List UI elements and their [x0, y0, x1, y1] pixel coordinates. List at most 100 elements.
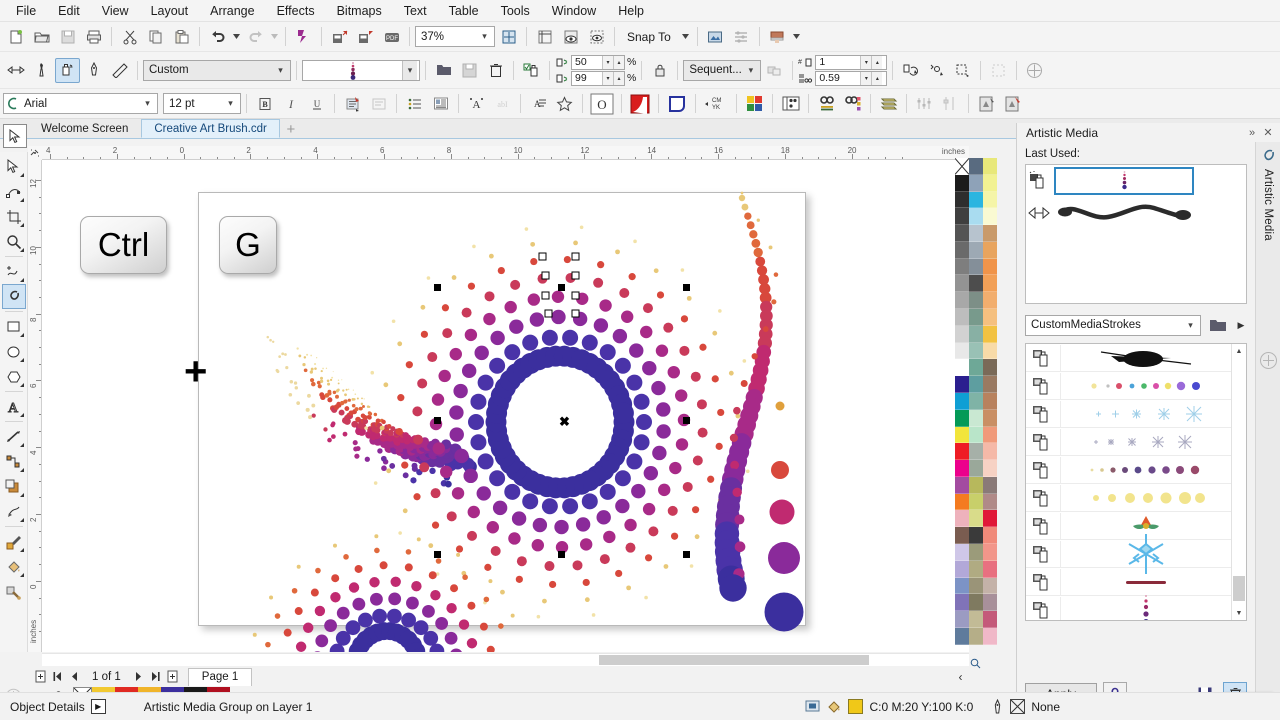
docker-rail-label[interactable]: Artistic Media	[1262, 169, 1274, 241]
launcher-dropdown-icon[interactable]	[791, 24, 803, 49]
snap-to-dropdown-icon[interactable]	[679, 24, 692, 49]
export-icon[interactable]	[327, 24, 352, 49]
application-launcher-icon[interactable]	[765, 24, 790, 49]
fill-icon[interactable]	[826, 699, 842, 714]
palette-swatch[interactable]	[955, 510, 969, 528]
zoom-to-page-icon[interactable]	[969, 657, 981, 669]
stroke-list-item[interactable]	[1026, 428, 1231, 456]
menu-edit[interactable]: Edit	[47, 1, 91, 21]
font-family-combo[interactable]: Arial ▾	[3, 93, 158, 114]
palette-swatch[interactable]	[955, 292, 969, 310]
palette-no-color-swatch[interactable]	[955, 158, 969, 175]
palette-swatch[interactable]	[969, 342, 983, 360]
dabs-dropdown-icon[interactable]: ▾	[602, 55, 613, 69]
palette-swatch[interactable]	[969, 460, 983, 477]
offset-spinner[interactable]: 0.59 ▾ ▴	[815, 70, 888, 86]
selection-handle-bl[interactable]	[434, 551, 441, 558]
spacing-up-icon[interactable]: ▴	[613, 71, 624, 85]
copy-icon[interactable]	[143, 24, 168, 49]
chevron-down-icon[interactable]: ▾	[140, 94, 155, 113]
menu-window[interactable]: Window	[541, 1, 607, 21]
palette-swatch[interactable]	[955, 309, 969, 326]
chevron-down-icon[interactable]: ▾	[223, 94, 238, 113]
tool-transparency[interactable]	[2, 499, 26, 524]
menu-file[interactable]: File	[5, 1, 47, 21]
palette-swatch[interactable]	[983, 543, 997, 561]
text-statistics-icon[interactable]: A	[526, 91, 551, 116]
cmyk-icon[interactable]: CM YK	[701, 91, 731, 116]
palette-swatch[interactable]	[969, 275, 983, 293]
palette-swatch[interactable]	[955, 174, 969, 192]
stroke-list-item[interactable]	[1026, 568, 1231, 596]
text-properties-icon[interactable]	[340, 91, 365, 116]
flyout-arrow-icon[interactable]	[19, 548, 24, 552]
menu-text[interactable]: Text	[393, 1, 438, 21]
palette-swatch[interactable]	[955, 627, 969, 645]
palette-swatch[interactable]	[969, 510, 983, 528]
palette-swatch[interactable]	[983, 359, 997, 377]
tab-welcome-screen[interactable]: Welcome Screen	[28, 119, 141, 138]
palette-swatch[interactable]	[983, 627, 997, 645]
cut-icon[interactable]	[117, 24, 142, 49]
library-more-icon[interactable]: ▶	[1235, 313, 1247, 337]
palette-swatch[interactable]	[955, 460, 969, 477]
selection-handle-mr[interactable]	[683, 417, 690, 424]
menu-layout[interactable]: Layout	[140, 1, 200, 21]
stroke-list-item[interactable]	[1026, 594, 1231, 620]
reset-values-icon[interactable]	[950, 58, 975, 83]
menu-help[interactable]: Help	[607, 1, 655, 21]
insert-symbol-icon[interactable]	[552, 91, 577, 116]
palette-swatch[interactable]	[983, 476, 997, 494]
stroke-scroll-up-icon[interactable]: ▲	[1232, 344, 1246, 358]
palette-swatch[interactable]	[955, 359, 969, 377]
lock-ratio-icon[interactable]	[647, 58, 672, 83]
dabs-spinner[interactable]: 50 ▾ ▴	[571, 54, 625, 70]
publish-pdf-icon[interactable]: PDF	[379, 24, 404, 49]
stroke-list-item[interactable]	[1026, 344, 1231, 372]
palette-swatch[interactable]	[969, 208, 983, 226]
stroke-list-item[interactable]	[1026, 484, 1231, 512]
rotation-icon[interactable]	[898, 58, 923, 83]
preset-list-combo[interactable]: Custom ▾	[143, 59, 291, 81]
flyout-arrow-icon[interactable]	[19, 413, 24, 417]
wizard-icon[interactable]	[974, 91, 999, 116]
browse-folder-icon[interactable]	[1206, 313, 1230, 337]
palette-swatch[interactable]	[955, 443, 969, 461]
palette-swatch[interactable]	[955, 275, 969, 293]
flyout-arrow-icon[interactable]	[19, 468, 24, 472]
export-to-icon[interactable]	[353, 24, 378, 49]
palette-swatch[interactable]	[983, 493, 997, 511]
zoom-to-fit-icon[interactable]	[496, 24, 521, 49]
vertical-ruler[interactable]: 12 10 8 6 4 2 0 inches	[28, 160, 42, 652]
menu-view[interactable]: View	[91, 1, 140, 21]
count-spinner[interactable]: 1 ▾ ▴	[815, 54, 888, 70]
palette-swatch[interactable]	[983, 376, 997, 393]
palette-swatch[interactable]	[955, 476, 969, 494]
palette-swatch[interactable]	[955, 527, 969, 544]
menu-bitmaps[interactable]: Bitmaps	[326, 1, 393, 21]
palette-swatch[interactable]	[983, 208, 997, 226]
undo-icon[interactable]	[205, 24, 230, 49]
palette-swatch[interactable]	[983, 510, 997, 528]
stroke-blue-snowflakes[interactable]	[1060, 400, 1231, 427]
add-page-after-icon[interactable]	[164, 668, 181, 685]
spray-list-options-icon[interactable]	[519, 58, 544, 83]
flyout-arrow-icon[interactable]	[19, 223, 24, 227]
tool-shape[interactable]	[2, 179, 26, 204]
flyout-arrow-icon[interactable]	[19, 333, 24, 337]
tool-text[interactable]: A	[2, 394, 26, 419]
drop-cap-icon[interactable]	[428, 91, 453, 116]
sprayer-mode-icon[interactable]	[55, 57, 80, 83]
palette-swatch[interactable]	[983, 342, 997, 360]
close-icon[interactable]: ✕	[1260, 125, 1276, 141]
tool-freehand[interactable]	[2, 259, 26, 284]
stroke-yellow-blossoms[interactable]	[1060, 484, 1231, 511]
last-used-preview-brush[interactable]	[1054, 199, 1194, 227]
selection-handle-br[interactable]	[683, 551, 690, 558]
palette-swatch[interactable]	[969, 577, 983, 595]
palette-swatch[interactable]	[969, 426, 983, 444]
menu-table[interactable]: Table	[438, 1, 490, 21]
palette-swatch[interactable]	[969, 191, 983, 209]
selection-handle-tc[interactable]	[558, 284, 565, 291]
tiling-mode-combo[interactable]: Sequent... ▾	[683, 59, 762, 81]
